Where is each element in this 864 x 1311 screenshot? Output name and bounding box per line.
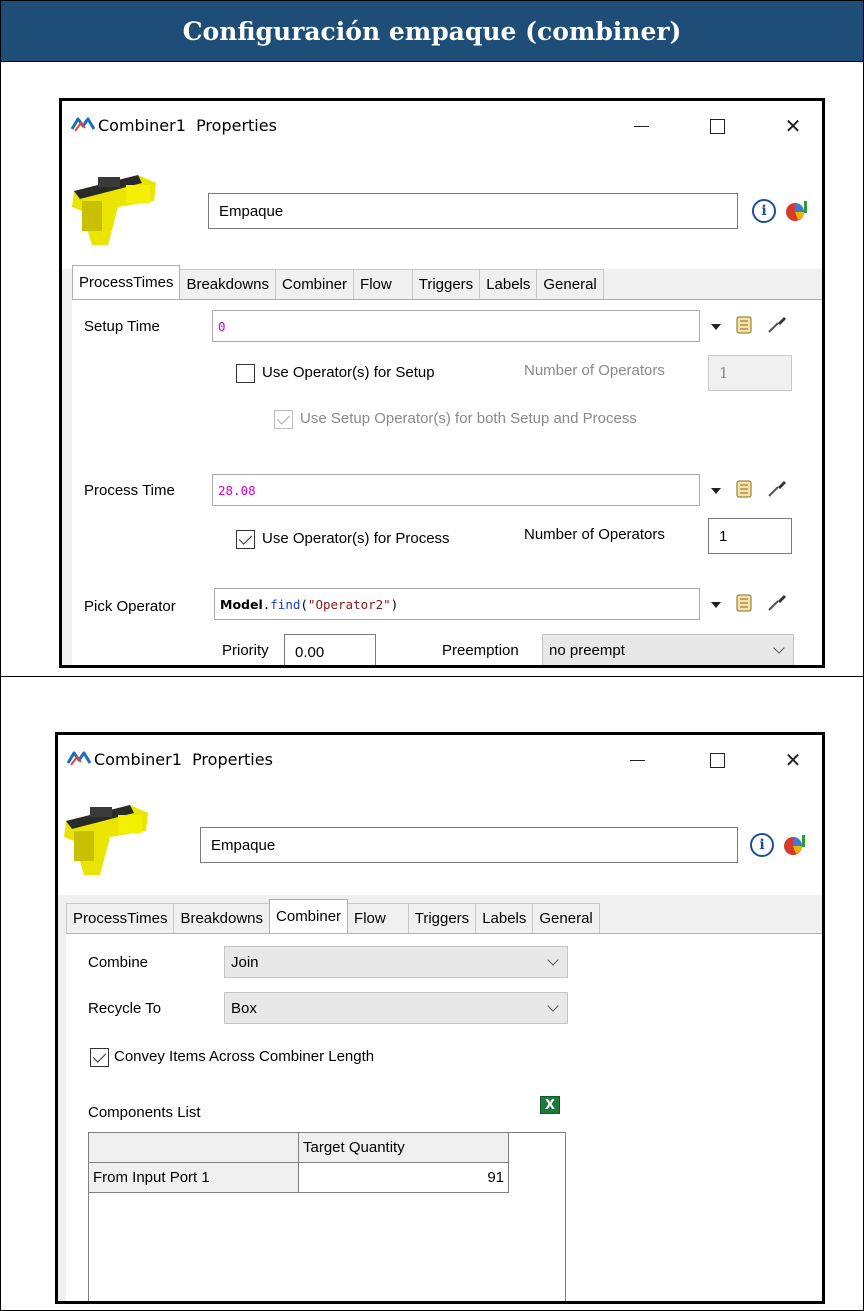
tab-flow[interactable]: Flow [353,269,413,299]
minimize-icon[interactable] [614,741,660,779]
window-title: Combiner1 Properties [94,750,273,769]
code-edit-icon[interactable] [734,315,756,335]
pick-operator-field[interactable]: Model. find("Operator2") [214,588,700,620]
code-dot: . [262,596,271,612]
priority-field[interactable]: 0.00 [284,634,376,665]
object-name-field[interactable]: Empaque [208,193,738,229]
sampler-icon[interactable] [766,313,788,335]
setup-time-field[interactable]: 0 [212,310,700,342]
convey-items-checkbox[interactable] [90,1048,109,1067]
info-icon[interactable]: i [750,833,774,857]
properties-window-combiner: Combiner1 Properties Empaque i ProcessTi… [55,732,825,1304]
dropdown-arrow-icon[interactable] [711,488,721,494]
priority-label: Priority [222,642,269,659]
code-edit-icon[interactable] [734,593,756,613]
tab-strip: ProcessTimes Breakdowns Combiner Flow Tr… [72,265,604,299]
components-table: Target Quantity From Input Port 1 91 [88,1132,566,1301]
combine-label: Combine [88,954,149,971]
code-string: "Operator2" [307,596,391,612]
tab-breakdowns[interactable]: Breakdowns [179,269,277,299]
tab-general[interactable]: General [536,269,604,299]
process-time-label: Process Time [84,482,175,499]
setup-operators-count-field[interactable]: 1 [708,355,792,391]
close-icon[interactable] [770,741,816,779]
tab-general[interactable]: General [532,903,600,933]
code-keyword: Model [220,596,263,612]
code-paren-open: ( [300,596,308,612]
dropdown-arrow-icon[interactable] [711,602,721,608]
chevron-down-icon [547,1000,559,1012]
tab-processtimes[interactable]: ProcessTimes [66,903,175,933]
tab-combiner[interactable]: Combiner [269,899,349,933]
components-list-label: Components List [88,1104,201,1121]
sampler-icon[interactable] [766,477,788,499]
tab-breakdowns[interactable]: Breakdowns [173,903,271,933]
maximize-icon[interactable] [694,741,740,779]
title-bar[interactable]: Combiner1 Properties [58,735,822,787]
excel-export-icon[interactable]: X [540,1096,560,1114]
info-icon[interactable]: i [752,199,776,223]
use-operators-process-checkbox[interactable] [236,530,255,549]
preemption-label: Preemption [442,642,519,659]
combine-select[interactable]: Join [224,946,568,978]
recycle-select[interactable]: Box [224,992,568,1024]
target-quantity-header: Target Quantity [299,1133,509,1163]
document-heading: Configuración empaque (combiner) [0,0,864,62]
target-quantity-cell[interactable]: 91 [299,1163,509,1193]
use-operators-process-label: Use Operator(s) for Process [262,530,450,547]
tab-combiner[interactable]: Combiner [275,269,355,299]
flexsim-logo-icon [66,751,92,766]
setup-operators-count-label: Number of Operators [524,362,665,379]
tab-processtimes[interactable]: ProcessTimes [72,265,181,299]
flexsim-logo-icon [70,117,96,132]
tab-flow[interactable]: Flow [347,903,409,933]
preemption-value: no preempt [549,641,625,659]
combiner-thumbnail [64,805,148,875]
statistics-icon[interactable] [784,197,810,223]
object-header: Empaque i [62,153,822,269]
use-setup-both-label: Use Setup Operator(s) for both Setup and… [300,410,637,427]
use-setup-both-checkbox[interactable] [274,410,293,429]
title-bar[interactable]: Combiner1 Properties [62,101,822,153]
processtimes-panel: Setup Time 0 Use Operator(s) for Setup N… [72,299,822,665]
recycle-label: Recycle To [88,1000,162,1017]
combiner-thumbnail [72,175,156,245]
statistics-icon[interactable] [782,831,808,857]
combiner-panel: Combine Join Recycle To Box Convey Items… [66,933,822,1301]
use-operators-setup-checkbox[interactable] [236,364,255,383]
window-title: Combiner1 Properties [98,116,277,135]
table-corner-header [89,1133,299,1163]
convey-items-label: Convey Items Across Combiner Length [114,1048,375,1065]
process-time-field[interactable]: 28.08 [212,474,700,506]
use-operators-setup-label: Use Operator(s) for Setup [262,364,435,381]
preemption-select[interactable]: no preempt [542,634,794,665]
dropdown-arrow-icon[interactable] [711,324,721,330]
code-function: find [270,596,301,612]
pick-operator-label: Pick Operator [84,598,176,615]
process-operators-count-field[interactable]: 1 [708,518,792,554]
tab-strip: ProcessTimes Breakdowns Combiner Flow Tr… [66,899,600,933]
sampler-icon[interactable] [766,591,788,613]
table-divider [0,676,864,677]
properties-window-processtimes: Combiner1 Properties Empaque i ProcessTi… [59,98,825,668]
code-edit-icon[interactable] [734,479,756,499]
chevron-down-icon [547,954,559,966]
chevron-down-icon [773,642,785,654]
table-row-header: From Input Port 1 [89,1163,299,1193]
close-icon[interactable] [770,107,816,145]
recycle-value: Box [231,999,257,1017]
tab-triggers[interactable]: Triggers [407,903,477,933]
setup-time-label: Setup Time [84,318,160,335]
object-name-field[interactable]: Empaque [200,827,738,863]
object-header: Empaque i [58,787,822,895]
maximize-icon[interactable] [694,107,740,145]
tab-triggers[interactable]: Triggers [411,269,481,299]
process-operators-count-label: Number of Operators [524,526,665,543]
minimize-icon[interactable] [618,107,664,145]
tab-labels[interactable]: Labels [475,903,534,933]
combine-value: Join [231,953,259,971]
tab-labels[interactable]: Labels [479,269,538,299]
code-paren-close: ) [390,596,399,612]
